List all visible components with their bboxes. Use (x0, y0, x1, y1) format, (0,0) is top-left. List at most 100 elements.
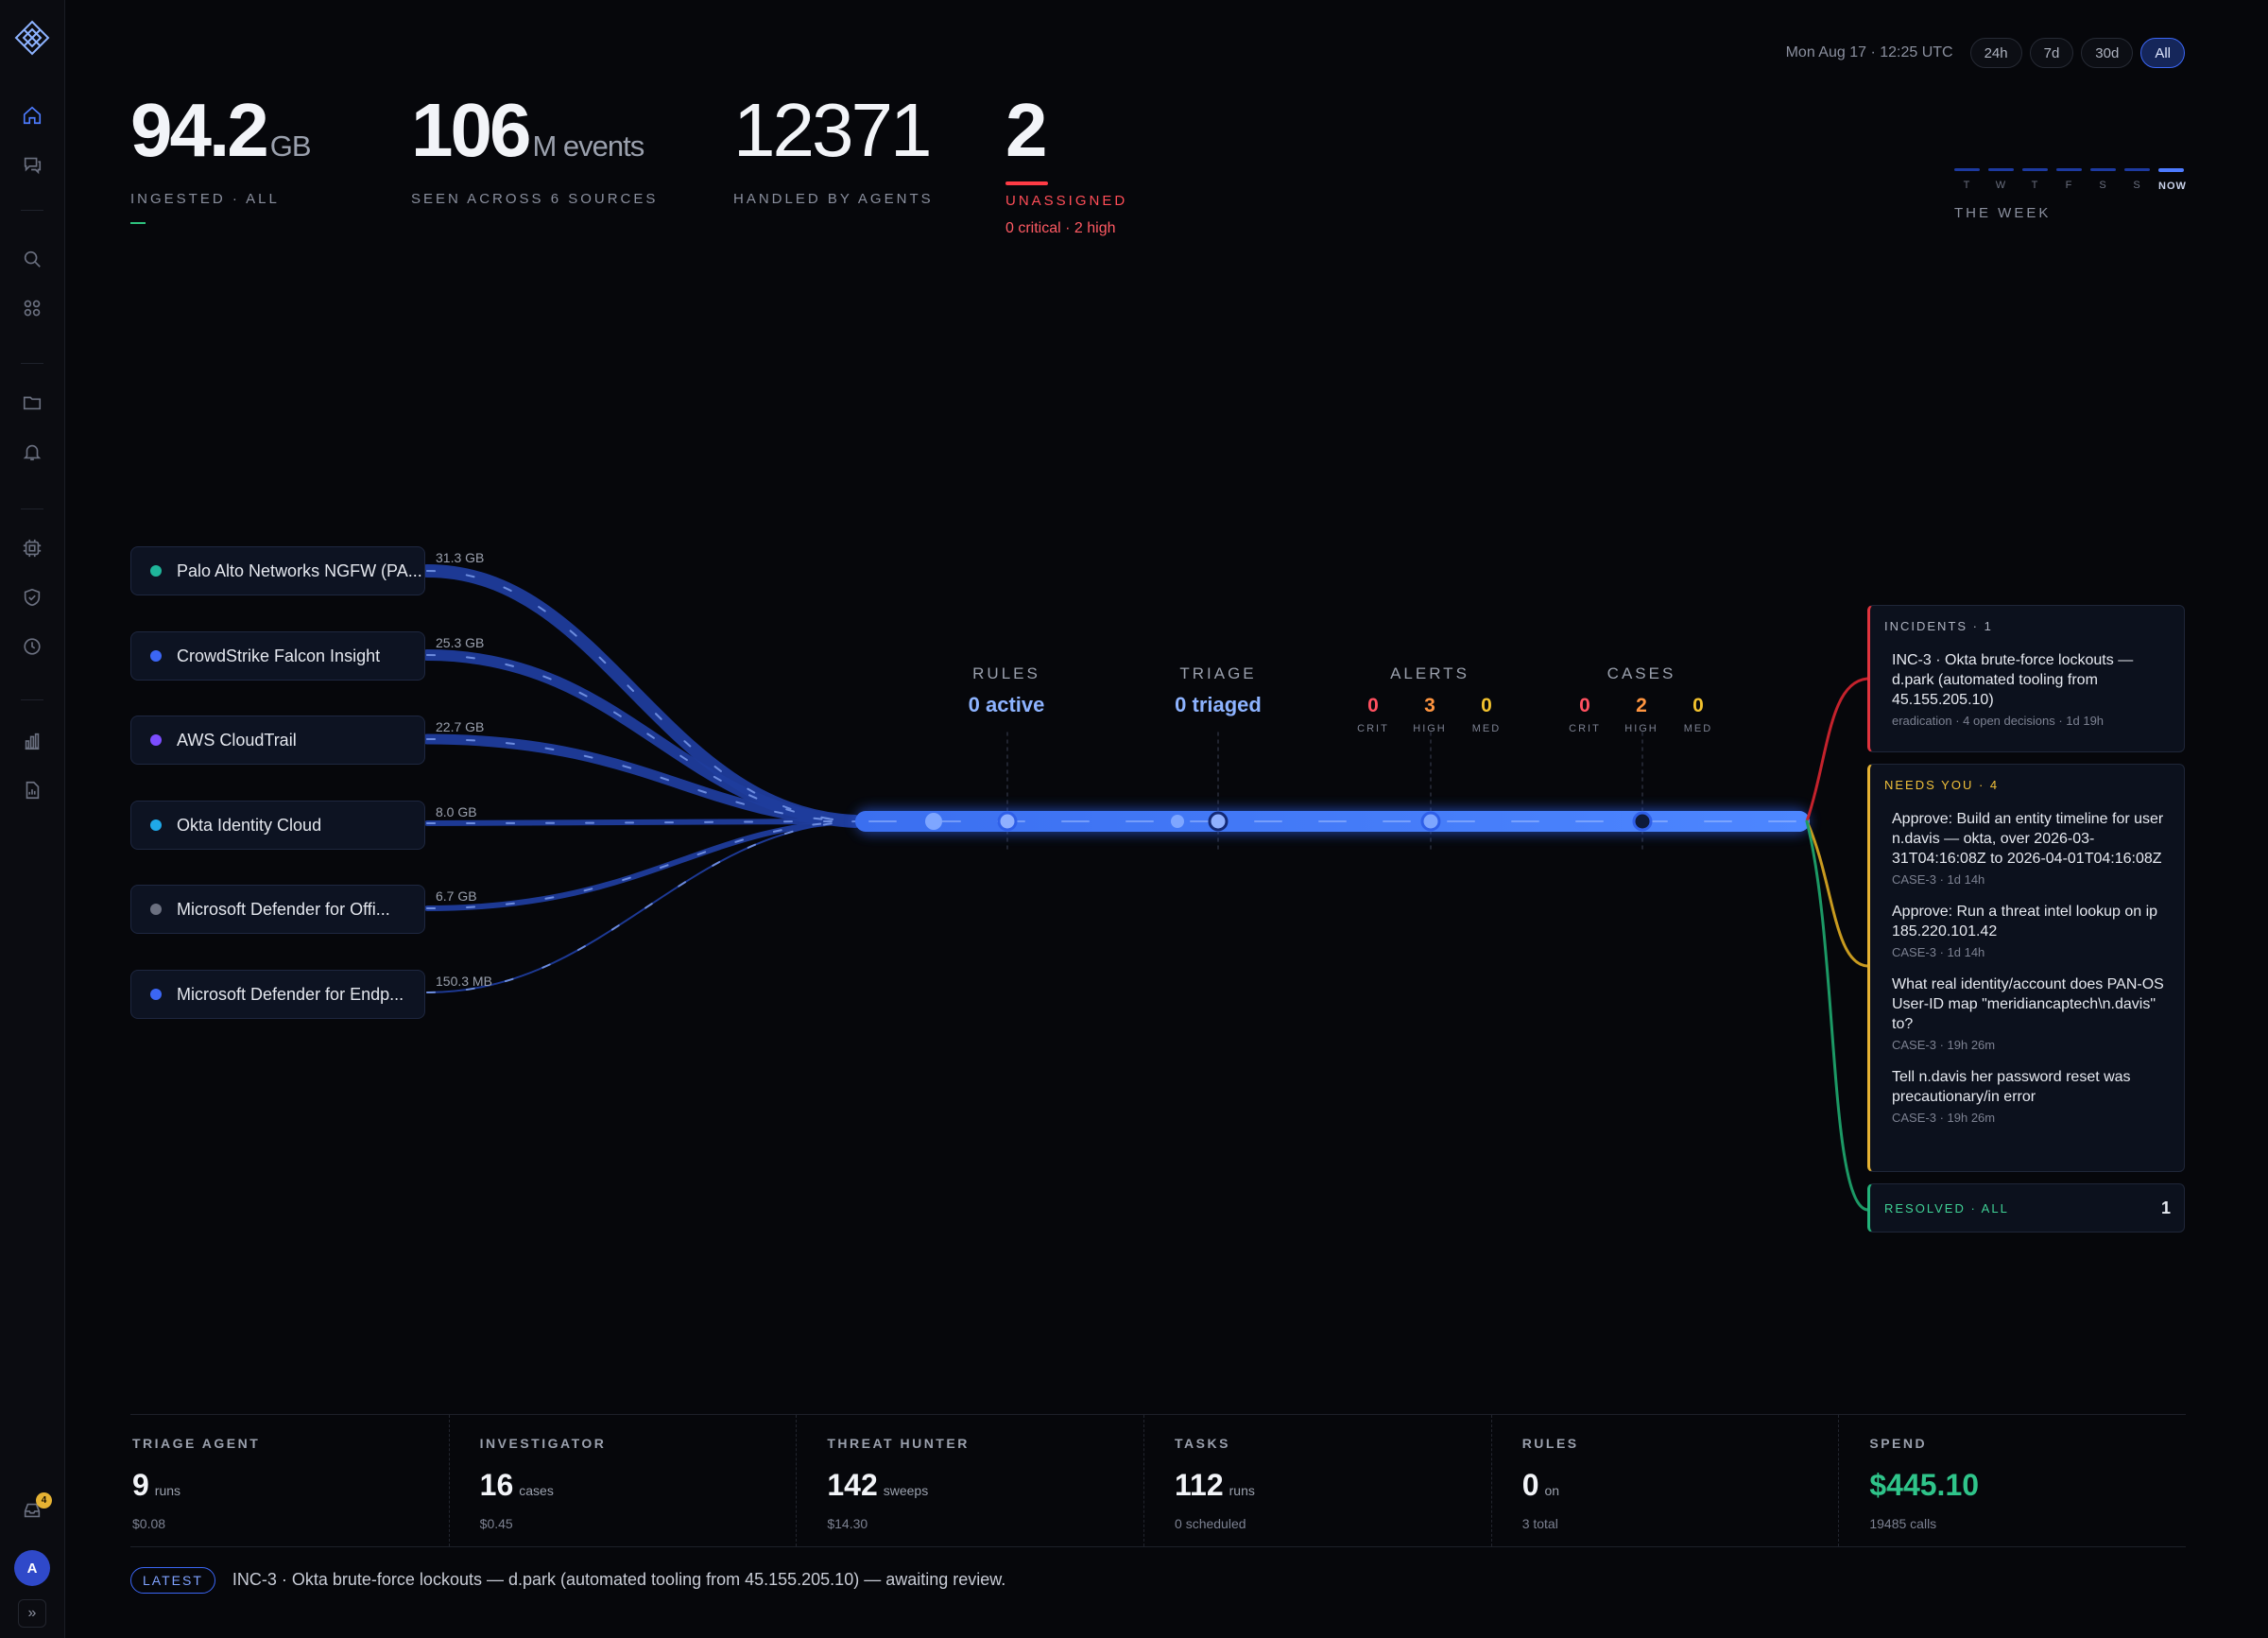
link-resolved (1805, 819, 1869, 1212)
events-label: SEEN ACROSS 6 SOURCES (411, 191, 659, 207)
range-all-button[interactable]: All (2140, 38, 2185, 68)
metric-investigator[interactable]: INVESTIGATOR 16 cases $0.45 (450, 1415, 798, 1546)
logo-icon[interactable] (13, 19, 51, 57)
week-day[interactable]: S (2124, 168, 2150, 192)
report-icon[interactable] (19, 777, 45, 803)
week-day[interactable]: S (2090, 168, 2116, 192)
search-icon[interactable] (19, 246, 45, 272)
resolved-header: RESOLVED · ALL (1884, 1200, 2009, 1216)
unassigned-value: 2 (1005, 88, 1048, 172)
cases-crit-count: 0 (1579, 695, 1590, 716)
week-day-now[interactable]: NOW (2158, 168, 2186, 192)
week-title: THE WEEK (1954, 205, 2052, 221)
metric-rules[interactable]: RULES 0 on 3 total (1492, 1415, 1840, 1546)
time-range-bar: Mon Aug 17 · 12:25 UTC 24h 7d 30d All (1786, 38, 2185, 68)
metric-tasks[interactable]: TASKS 112 runs 0 scheduled (1144, 1415, 1492, 1546)
clock-icon[interactable] (19, 633, 45, 660)
latest-text: INC-3 · Okta brute-force lockouts — d.pa… (232, 1570, 1006, 1589)
incident-item[interactable]: INC-3 · Okta brute-force lockouts — d.pa… (1884, 650, 2171, 728)
unassigned-label: UNASSIGNED (1005, 193, 1128, 209)
stat-unassigned[interactable]: 2 UNASSIGNED 0 critical · 2 high (1005, 93, 1127, 237)
shield-icon[interactable] (19, 584, 45, 611)
status-dot (150, 650, 162, 662)
week-day[interactable]: W (1988, 168, 2014, 192)
handled-value: 12371 (733, 88, 932, 172)
source-volume: 150.3 MB (436, 974, 492, 989)
stage-triage[interactable]: TRIAGE 0 triaged (1175, 664, 1262, 717)
needs-you-header: NEEDS YOU · 4 (1884, 778, 2000, 792)
metric-spend[interactable]: SPEND $445.10 19485 calls (1839, 1415, 2186, 1546)
source-okta[interactable]: Okta Identity Cloud (130, 801, 425, 850)
stream-defender-office (424, 819, 858, 911)
source-name: Palo Alto Networks NGFW (PA... (177, 560, 422, 580)
stage-title: RULES (972, 664, 1040, 682)
source-palo-alto[interactable]: Palo Alto Networks NGFW (PA... (130, 546, 425, 595)
inbox-icon[interactable]: 4 (19, 1492, 52, 1524)
handled-label: HANDLED BY AGENTS (733, 191, 934, 207)
task-item[interactable]: Tell n.davis her password reset was prec… (1884, 1067, 2171, 1125)
sidebar: 4 A » (0, 0, 65, 1638)
decision-item[interactable]: Approve: Run a threat intel lookup on ip… (1884, 902, 2171, 959)
bell-icon[interactable] (19, 439, 45, 465)
stat-ingested: 94.2 GB INGESTED · ALL (130, 93, 311, 224)
resolved-card[interactable]: RESOLVED · ALL 1 (1867, 1183, 2185, 1233)
unassigned-bar (1005, 181, 1048, 185)
question-item[interactable]: What real identity/account does PAN-OS U… (1884, 974, 2171, 1052)
source-defender-endpoint[interactable]: Microsoft Defender for Endp... (130, 970, 425, 1019)
decision-item[interactable]: Approve: Build an entity timeline for us… (1884, 809, 2171, 887)
cases-high-count: 2 (1636, 695, 1647, 716)
inbox-badge: 4 (36, 1492, 52, 1509)
pipe-node-triage (1208, 811, 1228, 832)
metric-threat-hunter[interactable]: THREAT HUNTER 142 sweeps $14.30 (797, 1415, 1145, 1546)
stage-title: CASES (1606, 664, 1676, 682)
folder-icon[interactable] (19, 389, 45, 416)
agent-metrics-bar: TRIAGE AGENT 9 runs $0.08 INVESTIGATOR 16… (130, 1414, 2186, 1546)
chat-icon[interactable] (19, 151, 45, 178)
status-dot (150, 989, 162, 1000)
alerts-crit-count: 0 (1367, 695, 1379, 716)
range-24h-button[interactable]: 24h (1969, 38, 2022, 68)
pipe-node-rules (997, 811, 1018, 832)
metric-triage-agent[interactable]: TRIAGE AGENT 9 runs $0.08 (130, 1415, 450, 1546)
resolved-count: 1 (2160, 1198, 2171, 1217)
stream-cloudtrail (421, 733, 861, 827)
grid-icon[interactable] (19, 295, 45, 321)
chip-icon[interactable] (19, 535, 45, 561)
week-day[interactable]: F (2056, 168, 2082, 192)
ingested-value: 94.2 (130, 88, 269, 172)
stage-cases[interactable]: CASES 0 CRIT 2 HIGH 0 MED (1556, 664, 1727, 734)
incidents-card[interactable]: INCIDENTS · 1 INC-3 · Okta brute-force l… (1867, 605, 2185, 752)
pipe-node (1171, 815, 1184, 828)
range-30d-button[interactable]: 30d (2081, 38, 2134, 68)
home-icon[interactable] (19, 102, 45, 129)
stream-palo-alto (421, 564, 862, 828)
alerts-high-count: 3 (1424, 695, 1435, 716)
stage-title: TRIAGE (1179, 664, 1257, 682)
events-value: 106 (411, 88, 531, 172)
source-name: Okta Identity Cloud (177, 815, 322, 835)
latest-ticker[interactable]: LATEST INC-3 · Okta brute-force lockouts… (130, 1546, 2186, 1612)
stream-crowdstrike (421, 649, 861, 827)
bar-chart-icon[interactable] (19, 728, 45, 754)
week-strip: T W T F S S NOW THE WEEK (1954, 168, 2186, 221)
link-incidents (1805, 677, 1869, 823)
source-crowdstrike[interactable]: CrowdStrike Falcon Insight (130, 631, 425, 681)
week-day[interactable]: T (1954, 168, 1980, 192)
range-7d-button[interactable]: 7d (2029, 38, 2074, 68)
stage-rules[interactable]: RULES 0 active (969, 664, 1045, 717)
main-pipe-glow (855, 808, 1810, 835)
source-name: Microsoft Defender for Endp... (177, 984, 404, 1004)
expand-sidebar-button[interactable]: » (18, 1599, 46, 1628)
pipe-node-alerts (1420, 811, 1441, 832)
source-cloudtrail[interactable]: AWS CloudTrail (130, 716, 425, 765)
link-needs-you (1805, 819, 1869, 968)
avatar[interactable]: A (14, 1550, 50, 1586)
week-day[interactable]: T (2022, 168, 2048, 192)
status-dot (150, 734, 162, 746)
source-defender-office[interactable]: Microsoft Defender for Offi... (130, 885, 425, 934)
stage-alerts[interactable]: ALERTS 0 CRIT 3 HIGH 0 MED (1345, 664, 1515, 734)
needs-you-card: NEEDS YOU · 4 Approve: Build an entity t… (1867, 764, 2185, 1172)
status-dot (150, 904, 162, 915)
alerts-med-count: 0 (1481, 695, 1492, 716)
source-volume: 22.7 GB (436, 719, 485, 734)
